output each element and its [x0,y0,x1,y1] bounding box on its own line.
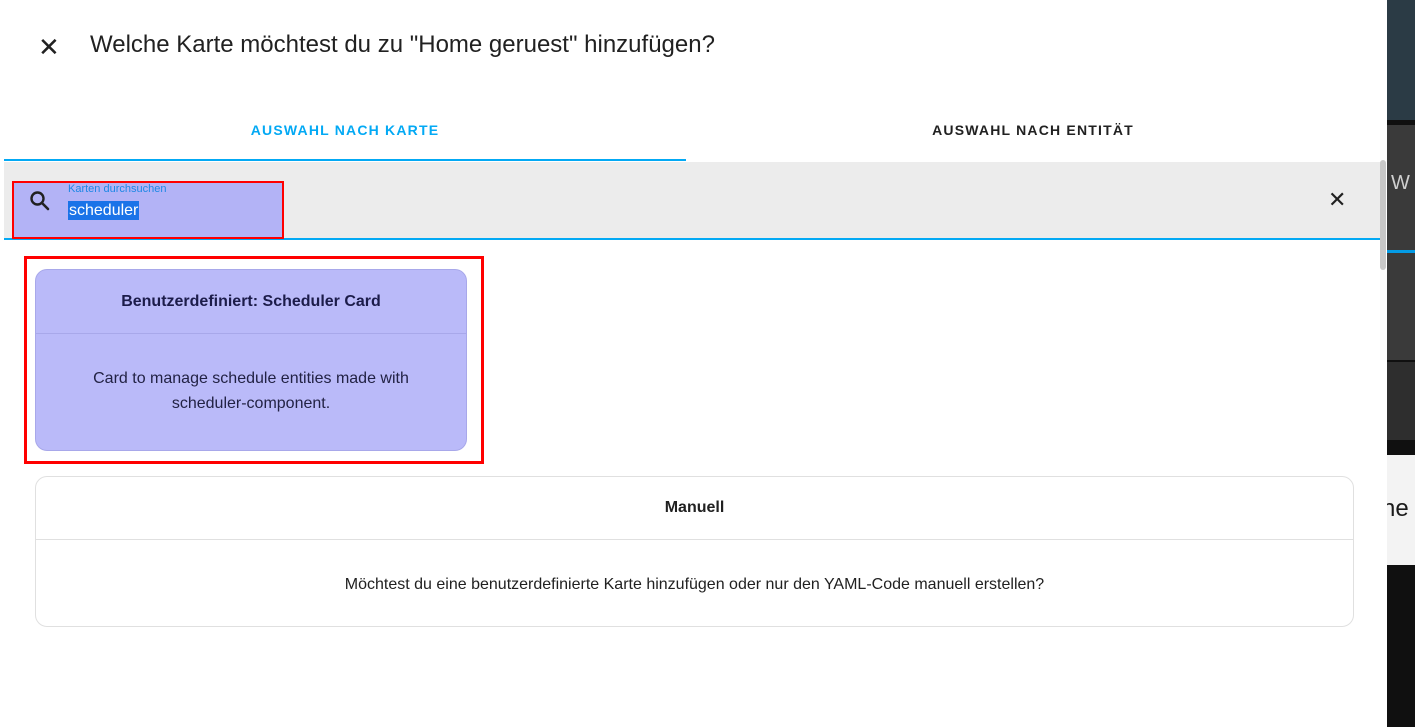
card-picker-dialog: ✕ Welche Karte möchtest du zu "Home geru… [0,0,1387,727]
card-option-manual[interactable]: Manuell Möchtest du eine benutzerdefinie… [35,476,1354,627]
search-icon [30,191,50,211]
scrollbar[interactable] [1380,160,1386,270]
close-dialog-button[interactable]: ✕ [38,30,66,64]
background-page [1387,0,1415,727]
search-label: Karten durchsuchen [68,183,167,195]
active-tab-indicator [4,159,686,161]
tab-select-by-card[interactable]: AUSWAHL NACH KARTE [4,110,686,160]
tab-select-by-entity[interactable]: AUSWAHL NACH ENTITÄT [686,110,1380,160]
manual-card-description: Möchtest du eine benutzerdefinierte Kart… [344,576,1045,593]
search-input[interactable]: scheduler [68,201,140,220]
manual-card-title: Manuell [36,477,1353,540]
dialog-title: Welche Karte möchtest du zu "Home gerues… [90,31,715,58]
background-text-fragment: W [1391,172,1410,194]
card-option-scheduler[interactable]: Benutzerdefiniert: Scheduler Card Card t… [35,269,467,451]
clear-search-button[interactable]: ✕ [1328,187,1346,213]
close-icon: ✕ [38,32,60,62]
close-icon: ✕ [1328,187,1347,212]
card-description: Card to manage schedule entities made wi… [93,370,409,412]
card-title: Benutzerdefiniert: Scheduler Card [36,270,466,334]
